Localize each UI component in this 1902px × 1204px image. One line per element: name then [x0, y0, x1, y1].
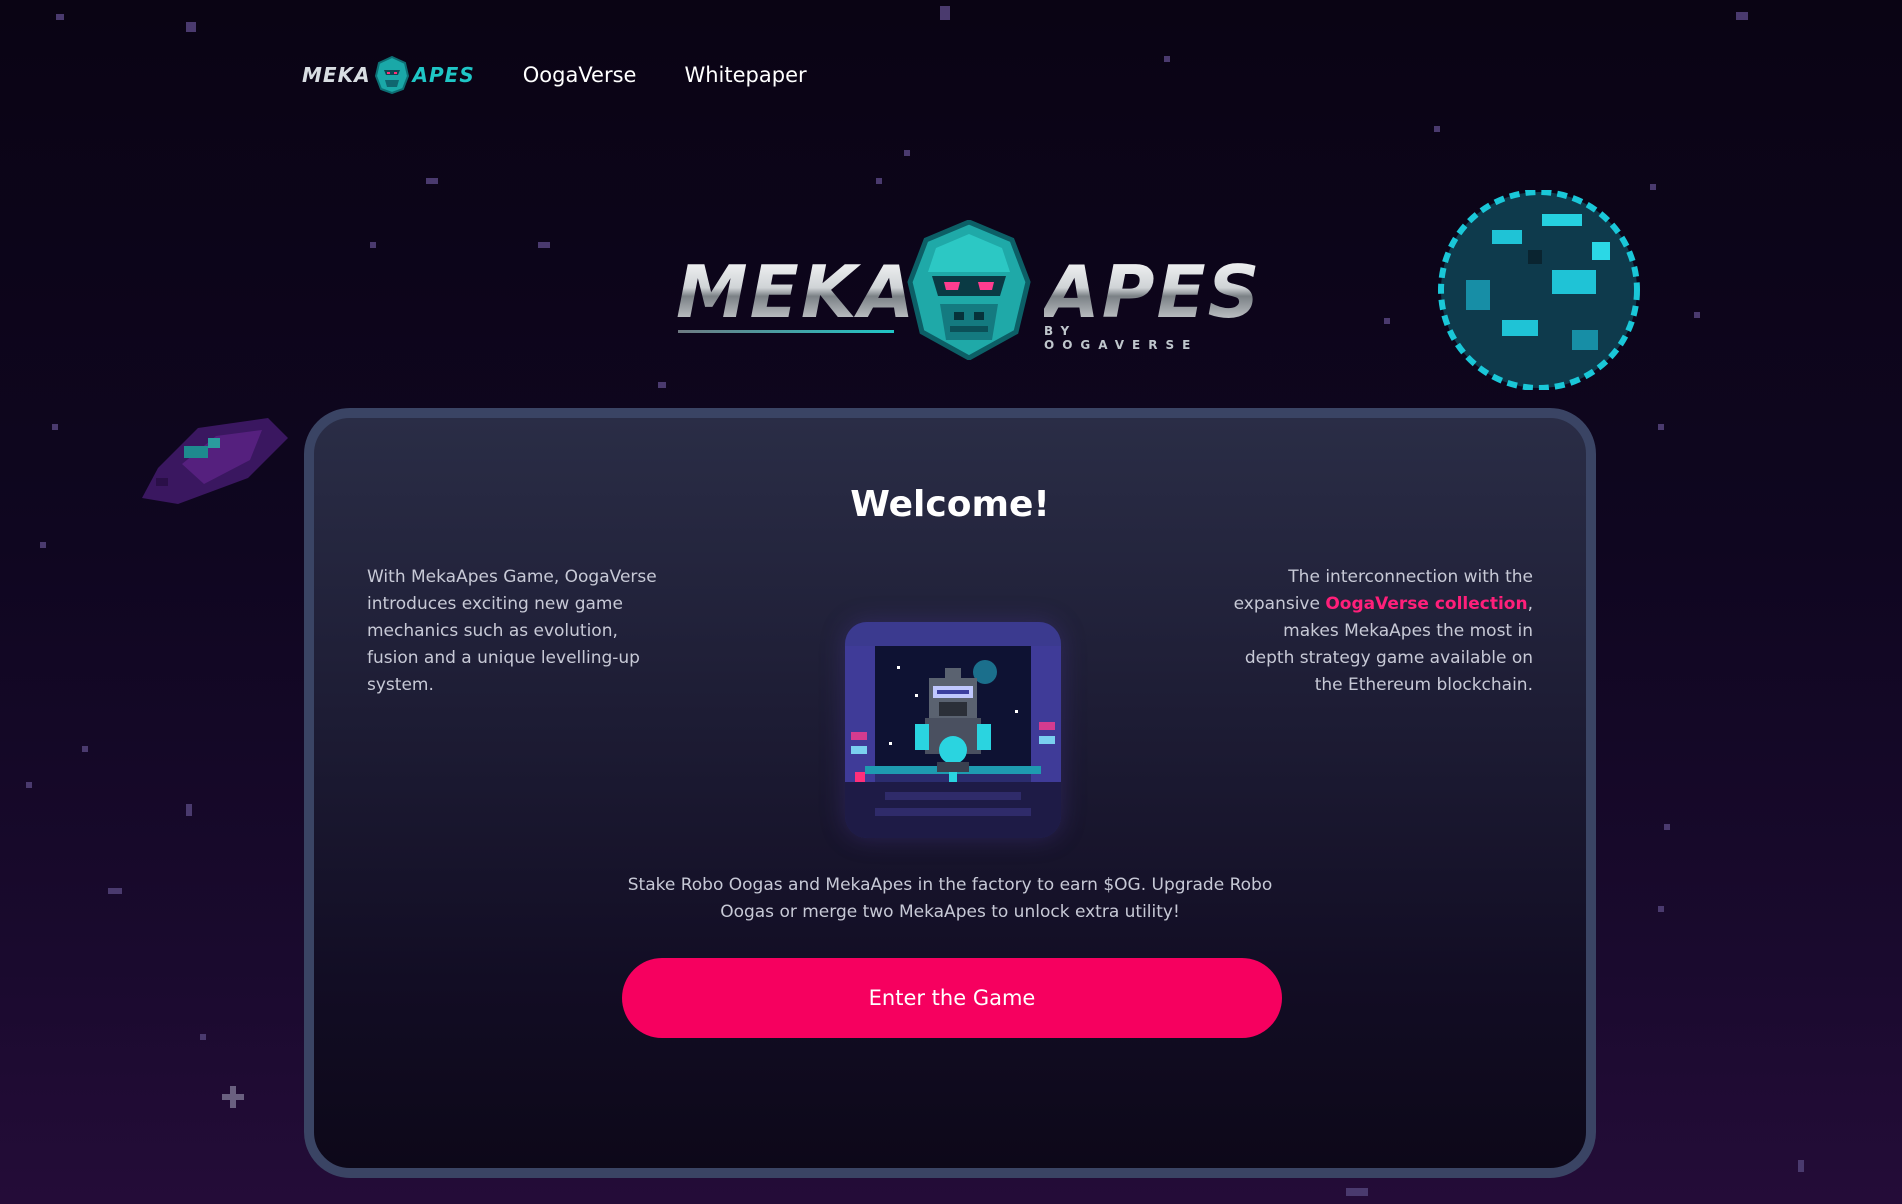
star-decoration — [1736, 12, 1748, 20]
star-decoration — [1798, 1160, 1804, 1172]
hero-logo-subtitle: BY OOGAVERSE — [1044, 324, 1199, 352]
star-decoration — [1346, 1188, 1368, 1196]
star-decoration — [186, 22, 196, 32]
ape-head-icon — [374, 56, 409, 94]
ape-head-icon — [907, 220, 1031, 360]
star-decoration — [82, 746, 88, 752]
star-decoration — [1384, 318, 1390, 324]
staking-description-line2: Oogas or merge two MekaApes to unlock ex… — [720, 902, 1180, 922]
robo-ooga-image — [845, 622, 1061, 838]
star-decoration — [658, 382, 666, 388]
star-decoration — [426, 178, 438, 184]
oogaverse-collection-link[interactable]: OogaVerse collection — [1325, 594, 1527, 614]
star-decoration — [1434, 126, 1440, 132]
star-decoration — [1664, 824, 1670, 830]
nav-link-oogaverse[interactable]: OogaVerse — [523, 63, 637, 87]
star-decoration — [940, 6, 950, 20]
nav-link-whitepaper[interactable]: Whitepaper — [684, 63, 806, 87]
intro-text-left: With MekaApes Game, OogaVerse introduces… — [367, 567, 657, 695]
star-decoration — [1694, 312, 1700, 318]
staking-description: Stake Robo Oogas and MekaApes in the fac… — [314, 872, 1586, 926]
star-decoration — [876, 178, 882, 184]
star-decoration — [40, 542, 46, 548]
star-decoration — [200, 1034, 206, 1040]
intro-text-right: The interconnection with the expansive O… — [1233, 564, 1533, 699]
planet-icon — [1438, 190, 1640, 390]
star-decoration — [56, 14, 64, 20]
nav-logo[interactable]: MEKA APES — [302, 56, 475, 94]
star-decoration — [1658, 906, 1664, 912]
hero-logo-apes: APES — [1044, 250, 1262, 334]
staking-description-line1: Stake Robo Oogas and MekaApes in the fac… — [627, 875, 1273, 895]
enter-game-button[interactable]: Enter the Game — [622, 958, 1282, 1038]
star-decoration — [1658, 424, 1664, 430]
star-decoration — [26, 782, 32, 788]
hero-logo: MEKA APES BY OOGAVERSE — [676, 220, 1260, 365]
welcome-title: Welcome! — [850, 484, 1050, 525]
star-decoration — [538, 242, 550, 248]
robo-ooga-icon — [845, 622, 1061, 838]
star-decoration — [370, 242, 376, 248]
star-decoration — [108, 888, 122, 894]
nav-logo-meka: MEKA — [302, 63, 371, 87]
star-decoration — [904, 150, 910, 156]
welcome-card: Welcome! With MekaApes Game, OogaVerse i… — [304, 408, 1596, 1178]
star-decoration — [186, 804, 192, 816]
hero-logo-meka: MEKA — [676, 250, 917, 334]
star-decoration — [1650, 184, 1656, 190]
asteroid-icon — [142, 418, 288, 504]
star-decoration — [230, 1086, 236, 1108]
nav-logo-apes: APES — [412, 63, 475, 87]
hero-underline — [678, 330, 894, 333]
top-nav: MEKA APES OogaVerse Whitepaper — [302, 56, 807, 94]
star-decoration — [52, 424, 58, 430]
page: MEKA APES OogaVerse Whitepaper MEKA APES… — [0, 0, 1902, 1204]
star-decoration — [1164, 56, 1170, 62]
